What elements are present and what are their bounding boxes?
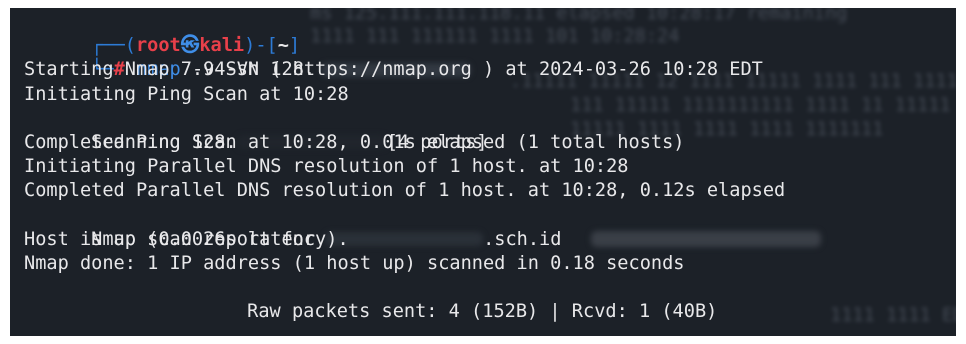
output-init-dns: Initiating Parallel DNS resolution of 1 … bbox=[24, 156, 629, 178]
output-done: Nmap done: 1 IP address (1 host up) scan… bbox=[24, 252, 685, 274]
terminal-output: ┌──(root㉿kali)-[~] └─# nmap -v -sn 128. … bbox=[24, 10, 956, 322]
command-line[interactable]: └─# nmap -v -sn 128. bbox=[24, 34, 956, 80]
output-host-up: Host is up (0.0026s latency). bbox=[24, 228, 349, 250]
terminal-window[interactable]: ms 125.111.111.118.11 elapsed 10:28:17 r… bbox=[10, 8, 956, 336]
raw-packets-text: Raw packets sent: 4 (152B) | Rcvd: 1 (40… bbox=[247, 301, 718, 323]
output-completed-ping: Completed Ping Scan at 10:28, 0.01s elap… bbox=[24, 131, 685, 153]
output-raw-packets: Raw packets sent: 4 (152B) | Rcvd: 1 (40… bbox=[24, 276, 956, 322]
output-report: Nmap scan report for .sch.id bbox=[24, 204, 956, 250]
output-completed-dns: Completed Parallel DNS resolution of 1 h… bbox=[24, 180, 786, 202]
output-starting: Starting Nmap 7.94SVN ( https://nmap.org… bbox=[24, 59, 763, 81]
prompt-line: ┌──(root㉿kali)-[~] bbox=[24, 10, 956, 56]
output-scanning: Scanning 128. [4 ports] bbox=[24, 107, 956, 153]
output-init-ping: Initiating Ping Scan at 10:28 bbox=[24, 83, 349, 105]
